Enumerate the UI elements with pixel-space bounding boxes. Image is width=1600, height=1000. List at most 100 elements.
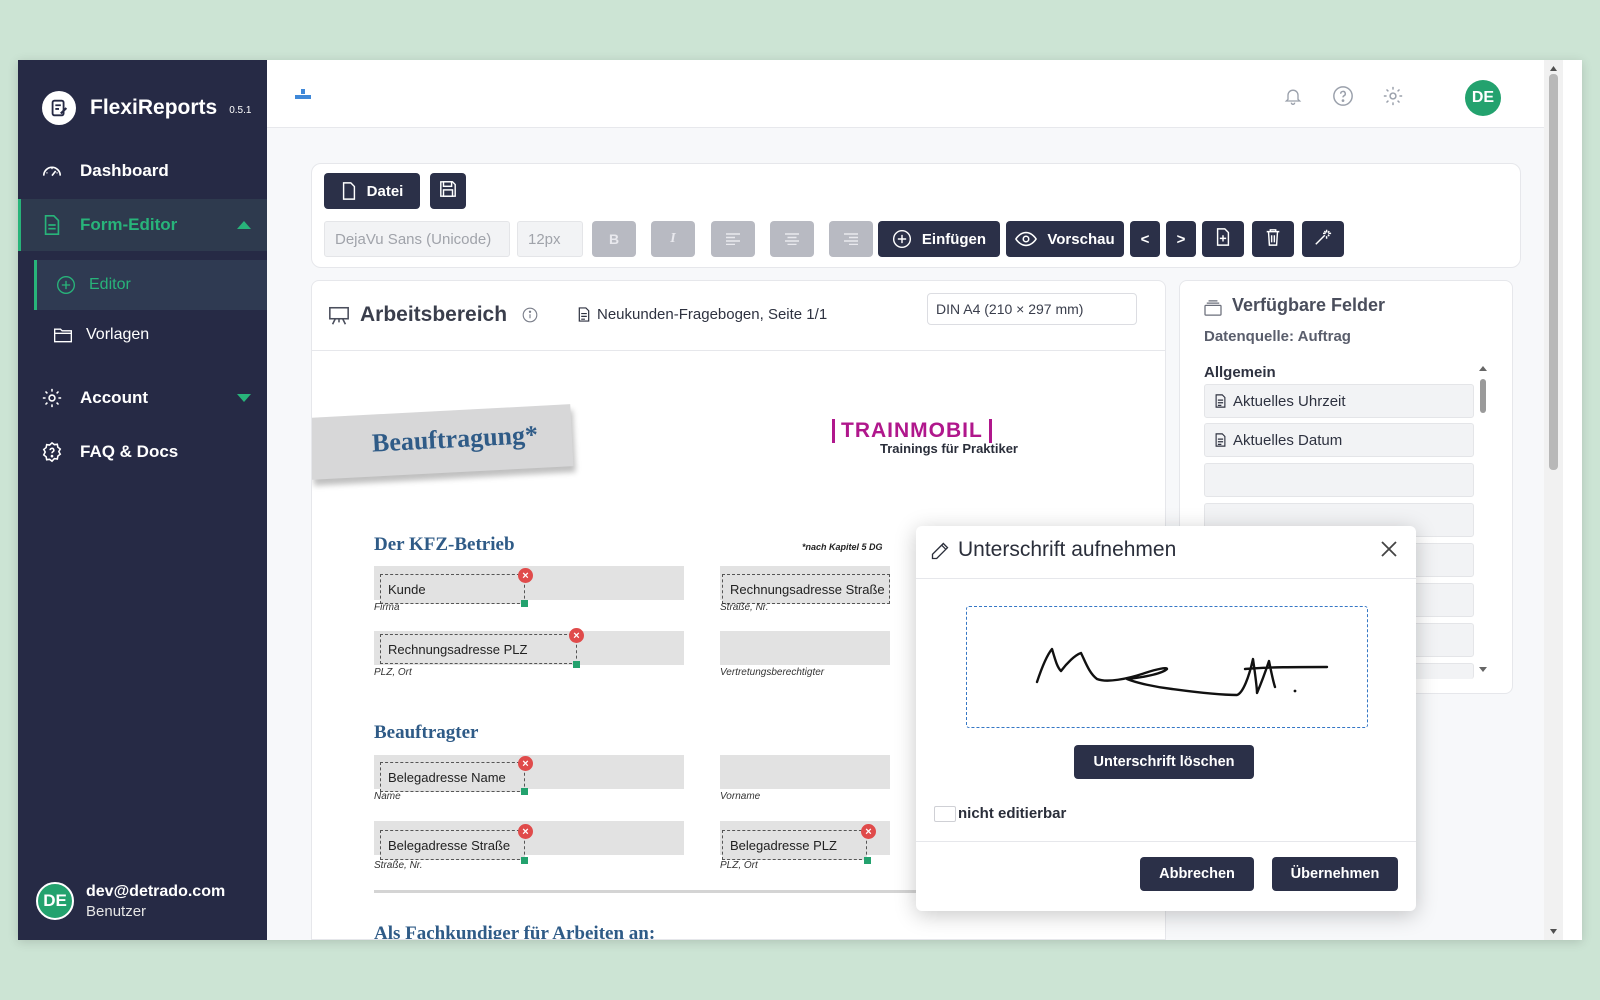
app-window: FlexiReports 0.5.1 Dashboard Form-Editor… <box>18 60 1582 940</box>
field-rechnungsadresse-strasse[interactable]: Rechnungsadresse Straße <box>722 574 890 604</box>
caption-vorname: Vorname <box>720 791 761 802</box>
help-icon <box>40 440 64 464</box>
workspace-title: Arbeitsbereich <box>360 303 508 326</box>
field-kunde[interactable]: Kunde <box>380 574 525 604</box>
resize-handle[interactable] <box>521 600 528 607</box>
caption-vertretungsberechtigter: Vertretungsberechtigter <box>720 667 825 678</box>
non-editable-checkbox[interactable]: nicht editierbar <box>934 805 1066 822</box>
sidebar-subitem-editor[interactable]: Editor <box>34 260 267 310</box>
document-icon <box>40 213 64 237</box>
chevron-up-icon <box>237 221 251 229</box>
close-icon[interactable] <box>1376 536 1402 562</box>
field-group-title: Allgemein <box>1204 364 1276 381</box>
delete-field-icon[interactable]: × <box>569 628 584 643</box>
avatar: DE <box>36 882 74 920</box>
sidebar-item-form-editor[interactable]: Form-Editor <box>18 199 267 251</box>
apply-button[interactable]: Übernehmen <box>1272 857 1398 891</box>
dialog-divider <box>916 578 1416 579</box>
page-scrollbar[interactable] <box>1544 60 1563 940</box>
field-belegadresse-strasse[interactable]: Belegadresse Straße <box>380 830 525 860</box>
caption-name: Name <box>374 791 401 802</box>
user-email: dev@detrado.com <box>86 882 226 900</box>
file-button[interactable]: Datei <box>324 173 420 209</box>
brand[interactable]: FlexiReports 0.5.1 <box>42 88 251 128</box>
plus-circle-icon <box>892 229 912 249</box>
logo-line2: Trainings für Praktiker <box>880 441 1018 456</box>
resize-handle[interactable] <box>864 857 871 864</box>
clear-signature-button[interactable]: Unterschrift löschen <box>1074 745 1254 779</box>
bell-icon[interactable] <box>1281 84 1305 108</box>
font-size-select[interactable]: 12px <box>517 221 583 257</box>
sidebar-item-faq[interactable]: FAQ & Docs <box>18 426 267 478</box>
resize-handle[interactable] <box>573 661 580 668</box>
help-icon[interactable] <box>1331 84 1355 108</box>
insert-button-label: Einfügen <box>921 230 987 248</box>
save-button[interactable] <box>430 173 466 209</box>
delete-field-icon[interactable]: × <box>518 824 533 839</box>
sidebar-subitem-vorlagen[interactable]: Vorlagen <box>34 310 267 360</box>
sidebar-toggle-icon[interactable] <box>295 88 311 107</box>
file-icon <box>341 182 357 200</box>
align-left-button[interactable] <box>711 221 755 257</box>
form-banner: Beauftragung* <box>312 404 574 480</box>
delete-button[interactable] <box>1252 221 1294 257</box>
magic-wand-button[interactable] <box>1302 221 1344 257</box>
field-item[interactable]: Aktuelles Datum <box>1204 423 1474 457</box>
eye-icon <box>1015 231 1038 247</box>
sidebar: FlexiReports 0.5.1 Dashboard Form-Editor… <box>18 60 267 940</box>
sidebar-subitem-label: Vorlagen <box>86 326 150 343</box>
field-item[interactable]: Aktuelles Uhrzeit <box>1204 384 1474 418</box>
layers-icon <box>1204 300 1222 321</box>
font-family-select[interactable]: DejaVu Sans (Unicode) <box>324 221 510 257</box>
fields-scrollbar[interactable] <box>1476 361 1490 681</box>
trash-icon <box>1265 228 1281 250</box>
caption-strasse-nr: Straße, Nr. <box>374 860 423 871</box>
gear-icon <box>40 386 64 410</box>
sidebar-item-account[interactable]: Account <box>18 372 267 424</box>
checkbox-label: nicht editierbar <box>958 805 1067 822</box>
topbar: DE <box>267 60 1563 128</box>
preview-button[interactable]: Vorschau <box>1006 221 1124 257</box>
scrollbar-thumb[interactable] <box>1549 74 1558 470</box>
app-logo-icon <box>42 91 76 125</box>
checkbox[interactable] <box>934 805 956 822</box>
add-page-icon <box>1215 228 1231 250</box>
delete-field-icon[interactable]: × <box>518 568 533 583</box>
plus-circle-icon <box>55 274 77 296</box>
user-profile[interactable]: DE dev@detrado.com Benutzer <box>36 882 225 920</box>
prev-page-button[interactable]: < <box>1130 221 1160 257</box>
field-rechnungsadresse-plz[interactable]: Rechnungsadresse PLZ <box>380 634 577 664</box>
italic-button[interactable]: I <box>651 221 695 257</box>
trainmobil-logo: TRAINMOBIL Trainings für Praktiker <box>832 419 1032 456</box>
section-kfz-betrieb: Der KFZ-Betrieb <box>374 534 515 555</box>
magic-wand-icon <box>1314 228 1332 250</box>
add-page-button[interactable] <box>1202 221 1244 257</box>
form-field-bg <box>720 631 890 665</box>
resize-handle[interactable] <box>521 788 528 795</box>
resize-handle[interactable] <box>521 857 528 864</box>
align-center-button[interactable] <box>770 221 814 257</box>
insert-button[interactable]: Einfügen <box>878 221 1000 257</box>
file-button-label: Datei <box>366 182 404 200</box>
next-page-button[interactable]: > <box>1166 221 1196 257</box>
gear-icon[interactable] <box>1381 84 1405 108</box>
section-fachkundiger: Als Fachkundiger für Arbeiten an: <box>374 923 656 940</box>
delete-field-icon[interactable]: × <box>861 824 876 839</box>
cancel-button[interactable]: Abbrechen <box>1140 857 1254 891</box>
page-format-select[interactable]: DIN A4 (210 × 297 mm) <box>927 293 1137 325</box>
field-item[interactable] <box>1204 463 1474 497</box>
pencil-icon <box>930 541 950 566</box>
delete-field-icon[interactable]: × <box>518 756 533 771</box>
info-icon[interactable] <box>522 307 538 328</box>
sidebar-item-dashboard[interactable]: Dashboard <box>18 145 267 197</box>
sidebar-item-label: Account <box>80 388 148 407</box>
bold-button[interactable]: B <box>592 221 636 257</box>
caption-plz-ort: PLZ, Ort <box>720 860 758 871</box>
document-name-label: Neukunden-Fragebogen, Seite 1/1 <box>597 306 828 323</box>
avatar[interactable]: DE <box>1465 80 1501 116</box>
field-belegadresse-plz[interactable]: Belegadresse PLZ <box>722 830 867 860</box>
align-right-button[interactable] <box>829 221 873 257</box>
signature-pad[interactable] <box>966 606 1368 728</box>
section-beauftragter: Beauftragter <box>374 722 479 743</box>
field-belegadresse-name[interactable]: Belegadresse Name <box>380 762 525 792</box>
